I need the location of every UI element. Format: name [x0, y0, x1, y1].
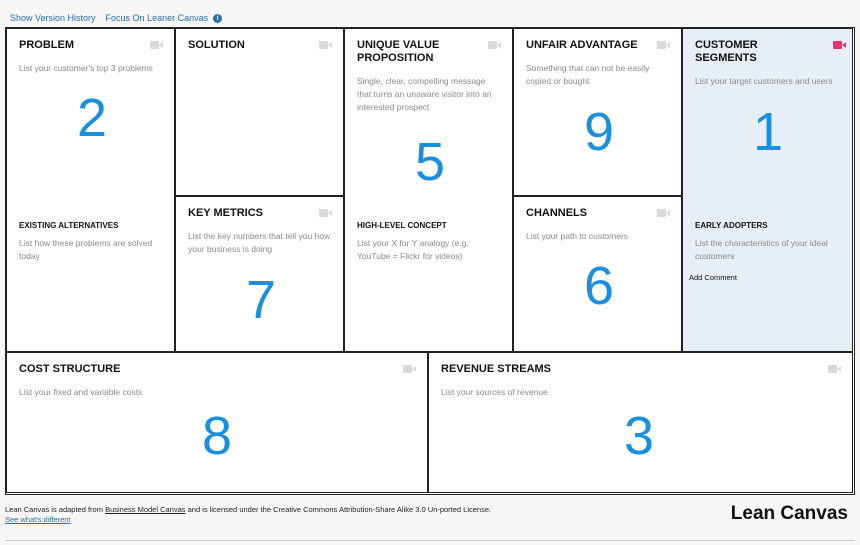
key-metrics-desc: List the key numbers that tell you how y… — [188, 231, 331, 254]
lean-canvas-board: PROBLEM List your customer's top 3 probl… — [5, 27, 855, 495]
unfair-advantage-desc: Something that can not be easily copied … — [526, 63, 650, 86]
video-camera-icon[interactable] — [828, 365, 841, 373]
bottom-divider — [5, 540, 855, 541]
top-links: Show Version History Focus On Leaner Can… — [10, 11, 223, 25]
video-camera-icon[interactable] — [833, 41, 846, 49]
revenue-streams-block[interactable]: REVENUE STREAMS List your sources of rev… — [428, 352, 853, 493]
focus-leaner-canvas-link[interactable]: Focus On Leaner Canvas — [106, 13, 209, 23]
uvp-desc: Single, clear, compelling message that t… — [357, 76, 492, 112]
lean-canvas-brand: Lean Canvas — [730, 503, 848, 524]
business-model-canvas-link[interactable]: Business Model Canvas — [105, 505, 185, 514]
uvp-number: 5 — [415, 132, 446, 192]
unfair-advantage-block[interactable]: UNFAIR ADVANTAGE Something that can not … — [513, 28, 682, 196]
solution-block[interactable]: SOLUTION — [175, 28, 344, 196]
customer-segments-number: 1 — [753, 102, 784, 162]
cost-structure-title: COST STRUCTURE — [19, 363, 121, 375]
add-comment-button[interactable]: Add Comment — [689, 273, 737, 282]
unique-value-proposition-block[interactable]: UNIQUE VALUE PROPOSITION Single, clear, … — [344, 28, 513, 352]
key-metrics-number: 7 — [246, 270, 277, 330]
revenue-streams-desc: List your sources of revenue — [441, 387, 548, 397]
cost-structure-block[interactable]: COST STRUCTURE List your fixed and varia… — [6, 352, 428, 493]
license-note: Lean Canvas is adapted from Business Mod… — [5, 505, 505, 525]
early-adopters-desc: List the characteristics of your ideal c… — [695, 238, 828, 261]
existing-alternatives-desc: List how these problems are solved today — [19, 238, 153, 261]
video-camera-icon[interactable] — [488, 41, 501, 49]
video-camera-icon[interactable] — [319, 209, 332, 217]
high-level-concept-desc: List your X for Y analogy (e.g. YouTube … — [357, 238, 469, 261]
channels-title: CHANNELS — [526, 207, 588, 219]
cost-structure-number: 8 — [202, 406, 233, 466]
channels-desc: List your path to customers — [526, 231, 629, 241]
customer-segments-block[interactable]: CUSTOMER SEGMENTS List your target custo… — [682, 28, 853, 352]
early-adopters-title: EARLY ADOPTERS — [695, 221, 768, 230]
video-camera-icon[interactable] — [657, 209, 670, 217]
problem-number: 2 — [77, 88, 108, 148]
see-whats-different-link[interactable]: See what's different — [5, 515, 71, 524]
info-icon[interactable]: i — [213, 13, 223, 23]
video-camera-icon[interactable] — [319, 41, 332, 49]
revenue-streams-title: REVENUE STREAMS — [441, 363, 552, 375]
video-camera-icon[interactable] — [657, 41, 670, 49]
license-text-before: Lean Canvas is adapted from — [5, 505, 106, 514]
revenue-streams-number: 3 — [624, 406, 655, 466]
show-version-history-link[interactable]: Show Version History — [10, 13, 96, 23]
problem-block[interactable]: PROBLEM List your customer's top 3 probl… — [6, 28, 175, 352]
customer-segments-title: CUSTOMER SEGMENTS — [695, 39, 758, 64]
existing-alternatives-title: EXISTING ALTERNATIVES — [19, 221, 119, 230]
video-camera-icon[interactable] — [403, 365, 416, 373]
problem-title: PROBLEM — [19, 39, 74, 51]
key-metrics-title: KEY METRICS — [188, 207, 263, 219]
unfair-advantage-number: 9 — [584, 102, 615, 162]
channels-number: 6 — [584, 256, 615, 316]
channels-block[interactable]: CHANNELS List your path to customers 6 — [513, 196, 682, 352]
uvp-title: UNIQUE VALUE PROPOSITION — [357, 39, 440, 64]
solution-title: SOLUTION — [188, 39, 245, 51]
key-metrics-block[interactable]: KEY METRICS List the key numbers that te… — [175, 196, 344, 352]
cost-structure-desc: List your fixed and variable costs — [19, 387, 143, 397]
unfair-advantage-title: UNFAIR ADVANTAGE — [526, 39, 638, 51]
problem-desc: List your customer's top 3 problems — [19, 63, 153, 73]
customer-segments-desc: List your target customers and users — [695, 76, 833, 86]
high-level-concept-title: HIGH-LEVEL CONCEPT — [357, 221, 447, 230]
license-text-after: and is licensed under the Creative Commo… — [185, 505, 492, 514]
video-camera-icon[interactable] — [150, 41, 163, 49]
